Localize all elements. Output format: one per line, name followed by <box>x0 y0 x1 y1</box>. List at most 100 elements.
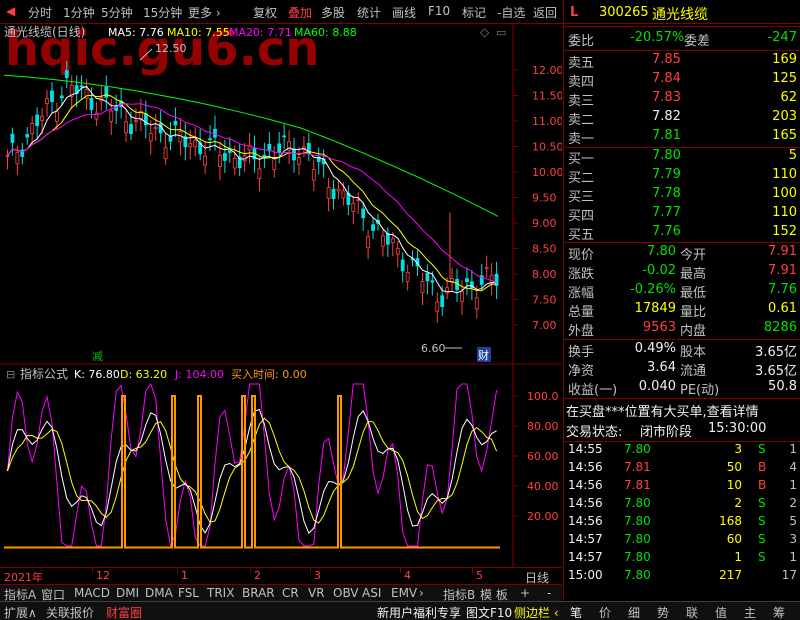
weibi-row: 委比 -20.57% 委差 -247 <box>564 30 800 49</box>
candle-body <box>425 273 430 282</box>
footer-mid-0[interactable]: 新用户福利专享 <box>377 604 461 620</box>
toolbar-btn-7[interactable]: -自选 <box>497 4 525 21</box>
toolbar-btn-2[interactable]: 多股 <box>321 4 345 21</box>
footer-right-6[interactable]: 主 <box>744 604 756 620</box>
stat-label: 涨幅 <box>568 286 595 301</box>
toolbar-btn-6[interactable]: 标记 <box>462 4 486 21</box>
period-4[interactable]: 更多 › <box>188 4 221 21</box>
footer-mid-1[interactable]: 图文F10 <box>466 604 512 620</box>
status-label: 交易状态: <box>566 425 623 440</box>
indicator-tab-4[interactable]: DMA <box>145 586 173 600</box>
candle-body <box>5 155 10 158</box>
candle-body <box>59 95 64 99</box>
footer-right-7[interactable]: 筹 <box>773 604 785 620</box>
price-tick: 9.50 <box>532 192 557 205</box>
footer-bar: 扩展∧ 关联报价 财富圈 新用户福利专享 图文F10 侧边栏 ‹ 笔 价 细 势 联 值 主 筹 <box>0 601 800 620</box>
time-label: 2021年 <box>4 571 43 584</box>
ma-label-0: MA5: 7.76 <box>108 26 164 39</box>
candle-body <box>420 281 425 294</box>
period-1[interactable]: 1分钟 <box>63 4 95 21</box>
bid-label: 买五 <box>568 228 595 243</box>
indicator-tab-13[interactable]: › <box>419 586 424 600</box>
tick-price: 7.81 <box>624 478 651 492</box>
stat-label: 最高 <box>680 267 707 282</box>
marker-cai[interactable]: 财 <box>478 348 489 362</box>
kline-chart-area[interactable]: hqic.gu6.cn通光线缆(日线) MA5: 7.76 MA10: 7.55 MA… <box>0 24 562 567</box>
indicator-tab-10[interactable]: OBV <box>333 586 359 600</box>
ask-volume: 125 <box>772 71 797 86</box>
high-label: 12.50 <box>155 42 187 55</box>
candle-body <box>45 98 49 104</box>
time-tick <box>472 568 473 573</box>
candle-body <box>460 290 464 302</box>
indicator-collapse-icon[interactable]: ⊟ <box>6 368 15 381</box>
indicator-tab-5[interactable]: FSL <box>178 586 199 600</box>
indicator-tab-8[interactable]: CR <box>282 586 299 600</box>
candle-body <box>208 138 212 141</box>
stat-label: 今开 <box>680 248 707 263</box>
tick-row: 14:57 7.80 1 S 1 <box>564 550 800 569</box>
candle-body <box>331 188 336 200</box>
marker-jian[interactable]: 减 <box>92 350 103 363</box>
footer-left-2[interactable]: 财富圈 <box>106 604 142 620</box>
indicator-tab-17[interactable]: - <box>547 586 551 600</box>
big-order-notice[interactable]: 在买盘***位置有大买单,查看详情 <box>566 401 759 420</box>
footer-left-1[interactable]: 关联报价 <box>46 604 94 620</box>
footer-left-0[interactable]: 扩展∧ <box>4 604 37 620</box>
toolbar-btn-1[interactable]: 叠加 <box>288 4 312 21</box>
toolbar-btn-0[interactable]: 复权 <box>253 4 277 21</box>
stat-value: 3.65亿 <box>755 345 797 360</box>
candle-body <box>366 236 371 249</box>
stat-label: 内盘 <box>680 324 707 339</box>
period-2[interactable]: 5分钟 <box>101 4 133 21</box>
collapse-icon[interactable]: ▭ <box>496 26 506 39</box>
stat-value: 7.80 <box>647 244 676 259</box>
bid-label: 买四 <box>568 209 595 224</box>
footer-right-3[interactable]: 势 <box>657 604 669 620</box>
candle-body <box>232 158 237 169</box>
time-label: 5 <box>476 569 483 582</box>
candle-body <box>297 157 301 165</box>
tick-price: 7.80 <box>624 532 651 546</box>
tick-row: 14:57 7.80 60 S 3 <box>564 532 800 551</box>
settings-icon[interactable]: ◇ <box>480 25 490 39</box>
indicator-tab-7[interactable]: BRAR <box>242 586 275 600</box>
candle-body <box>257 168 262 180</box>
toolbar-btn-3[interactable]: 统计 <box>357 4 381 21</box>
toolbar-btn-4[interactable]: 画线 <box>392 4 416 21</box>
footer-right-1[interactable]: 价 <box>599 604 611 620</box>
tick-volume: 50 <box>726 460 742 474</box>
indicator-tick: 60.00 <box>527 450 559 463</box>
back-arrow-icon[interactable]: ◀ <box>6 4 15 18</box>
indicator-tab-12[interactable]: EMV <box>391 586 417 600</box>
indicator-tab-6[interactable]: TRIX <box>207 586 234 600</box>
candle-body <box>188 143 193 148</box>
stat-value: 17849 <box>634 301 676 316</box>
footer-right-5[interactable]: 值 <box>715 604 727 620</box>
footer-mid-2[interactable]: 侧边栏 ‹ <box>514 604 559 620</box>
period-0[interactable]: 分时 <box>28 4 52 21</box>
price-tick: 10.00 <box>532 166 562 179</box>
toolbar-btn-5[interactable]: F10 <box>428 4 450 18</box>
indicator-tab-16[interactable]: + <box>520 586 530 600</box>
time-label: 3 <box>314 569 321 582</box>
bid-price: 7.78 <box>652 186 681 201</box>
ask-row: 卖四 7.84 125 <box>564 71 800 90</box>
footer-right-2[interactable]: 细 <box>628 604 640 620</box>
stat-label: 总量 <box>568 305 595 320</box>
indicator-tab-2[interactable]: MACD <box>74 586 110 600</box>
toolbar-btn-8[interactable]: 返回 <box>533 4 557 21</box>
price-tick: 9.00 <box>532 217 557 230</box>
indicator-tab-11[interactable]: ASI <box>362 586 381 600</box>
indicator-tab-9[interactable]: VR <box>308 586 325 600</box>
bid-price: 7.79 <box>652 167 681 182</box>
indicator-tab-3[interactable]: DMI <box>116 586 139 600</box>
candle-body <box>435 301 440 312</box>
footer-right-0[interactable]: 笔 <box>570 604 582 620</box>
stat-value: 3.64 <box>647 360 676 375</box>
candle-body <box>400 259 405 272</box>
period-3[interactable]: 15分钟 <box>143 4 182 21</box>
ma-label-3: MA60: 8.88 <box>294 26 357 39</box>
footer-right-4[interactable]: 联 <box>686 604 698 620</box>
candle-body <box>104 86 109 98</box>
